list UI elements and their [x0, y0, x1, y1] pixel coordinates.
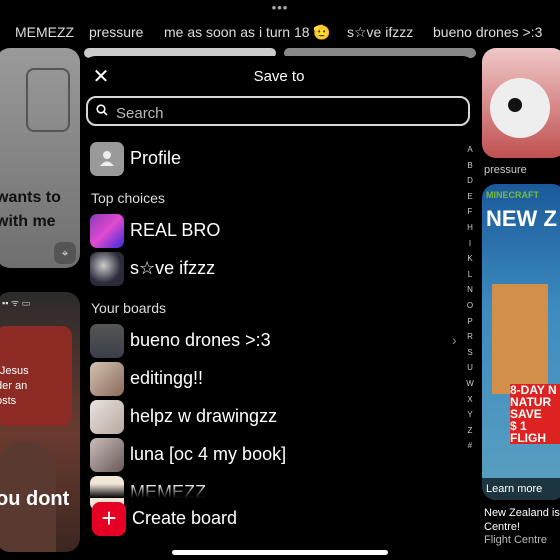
index-letter[interactable]: R	[462, 329, 478, 345]
phone-status-bar: ▪▪ ᯤ ▭	[2, 298, 31, 308]
alphabet-index[interactable]: A B D E F H I K L N O P R S U W X Y Z #	[462, 142, 478, 454]
index-letter[interactable]: X	[462, 392, 478, 408]
board-thumb	[90, 214, 124, 248]
plus-icon: +	[92, 502, 126, 536]
index-letter[interactable]: O	[462, 298, 478, 314]
board-row[interactable]: luna [oc 4 my book]	[90, 438, 450, 472]
profile-label: Profile	[130, 148, 182, 168]
home-indicator	[172, 550, 388, 555]
pin-caption-text: ou dont	[0, 488, 70, 510]
board-label: luna [oc 4 my book]	[130, 444, 287, 464]
index-letter[interactable]: U	[462, 360, 478, 376]
tab-pressure[interactable]: pressure	[89, 24, 143, 40]
index-letter[interactable]: #	[462, 438, 478, 454]
your-boards-heading: Your boards	[91, 300, 166, 316]
pin-card-meme[interactable]: wants to with me	[0, 48, 80, 268]
ad-character-image	[492, 284, 548, 394]
index-letter[interactable]: Z	[462, 423, 478, 439]
index-letter[interactable]: I	[462, 236, 478, 252]
index-letter[interactable]: H	[462, 220, 478, 236]
board-thumb	[90, 324, 124, 358]
index-letter[interactable]: N	[462, 282, 478, 298]
tab-bueno-drones[interactable]: bueno drones >:3	[433, 24, 542, 40]
board-thumb	[90, 400, 124, 434]
create-board-label: Create board	[132, 508, 238, 528]
index-letter[interactable]: E	[462, 189, 478, 205]
ad-logo: MINECRAFT	[486, 190, 539, 200]
profile-row[interactable]: Profile	[90, 142, 450, 176]
ad-title: NEW Z	[486, 206, 557, 231]
pin-quote-text: "Jesus der an osts	[0, 365, 29, 407]
board-row[interactable]: helpz w drawingzz	[90, 400, 450, 434]
pin-card-ad[interactable]: MINECRAFT NEW Z 8-DAY N NATUR SAVE $ 1 F…	[482, 184, 560, 500]
tab-save-ifzzz[interactable]: s☆ve ifzzz	[347, 24, 413, 41]
board-label: editingg!!	[130, 368, 204, 388]
index-letter[interactable]: S	[462, 345, 478, 361]
board-label: REAL BRO	[130, 220, 221, 240]
skull-eye	[508, 98, 522, 112]
board-thumb	[90, 438, 124, 472]
tab-memezz[interactable]: MEMEZZ	[15, 24, 74, 40]
index-letter[interactable]: L	[462, 267, 478, 283]
learn-more-button[interactable]: Learn more	[482, 478, 560, 500]
index-letter[interactable]: W	[462, 376, 478, 392]
index-letter[interactable]: A	[462, 142, 478, 158]
pin-drawing	[26, 68, 70, 132]
index-letter[interactable]: D	[462, 173, 478, 189]
index-letter[interactable]: F	[462, 204, 478, 220]
pin-save-icon[interactable]: ⌖	[54, 242, 76, 264]
profile-thumb	[90, 142, 124, 176]
board-row[interactable]: editingg!!	[90, 362, 450, 396]
board-thumb	[90, 252, 124, 286]
chevron-right-icon[interactable]: ›	[452, 332, 457, 348]
search-field[interactable]	[86, 96, 470, 126]
sheet-title: Save to	[253, 68, 305, 85]
index-letter[interactable]: B	[462, 158, 478, 174]
list-fade	[80, 484, 478, 498]
pin-caption: pressure	[484, 164, 527, 176]
index-letter[interactable]: P	[462, 314, 478, 330]
board-thumb	[90, 362, 124, 396]
ad-source: Flight Centre	[484, 534, 547, 546]
board-row[interactable]: bueno drones >:3 ›	[90, 324, 457, 358]
pin-card-video[interactable]: ▪▪ ᯤ ▭ "Jesus der an osts ou dont	[0, 292, 80, 552]
search-input[interactable]	[114, 101, 458, 125]
top-bar: ••• MEMEZZ pressure me as soon as i turn…	[0, 0, 560, 48]
save-to-sheet: ✕ Save to Profile Top choices REAL BRO s…	[80, 56, 478, 560]
create-board-button[interactable]: + Create board	[92, 502, 392, 536]
index-letter[interactable]: Y	[462, 407, 478, 423]
person-icon	[100, 151, 114, 166]
ad-caption: New Zealand is Centre!	[484, 507, 560, 533]
top-choices-heading: Top choices	[91, 190, 165, 206]
tab-turn-18[interactable]: me as soon as i turn 18 🫡	[164, 24, 331, 41]
board-label: s☆ve ifzzz	[130, 258, 216, 278]
board-row[interactable]: s☆ve ifzzz	[90, 252, 450, 286]
pin-text: wants to with me	[0, 189, 61, 230]
index-letter[interactable]: K	[462, 251, 478, 267]
pin-card-pressure[interactable]	[482, 48, 560, 158]
board-row[interactable]: REAL BRO	[90, 214, 450, 248]
board-label: helpz w drawingzz	[130, 406, 278, 426]
more-dots-icon[interactable]: •••	[0, 0, 560, 15]
board-label: bueno drones >:3	[130, 330, 271, 350]
board-tabs: MEMEZZ pressure me as soon as i turn 18 …	[0, 24, 560, 46]
ad-badge: 8-DAY N NATUR SAVE $ 1 FLIGH	[510, 384, 560, 444]
search-icon	[96, 104, 108, 116]
